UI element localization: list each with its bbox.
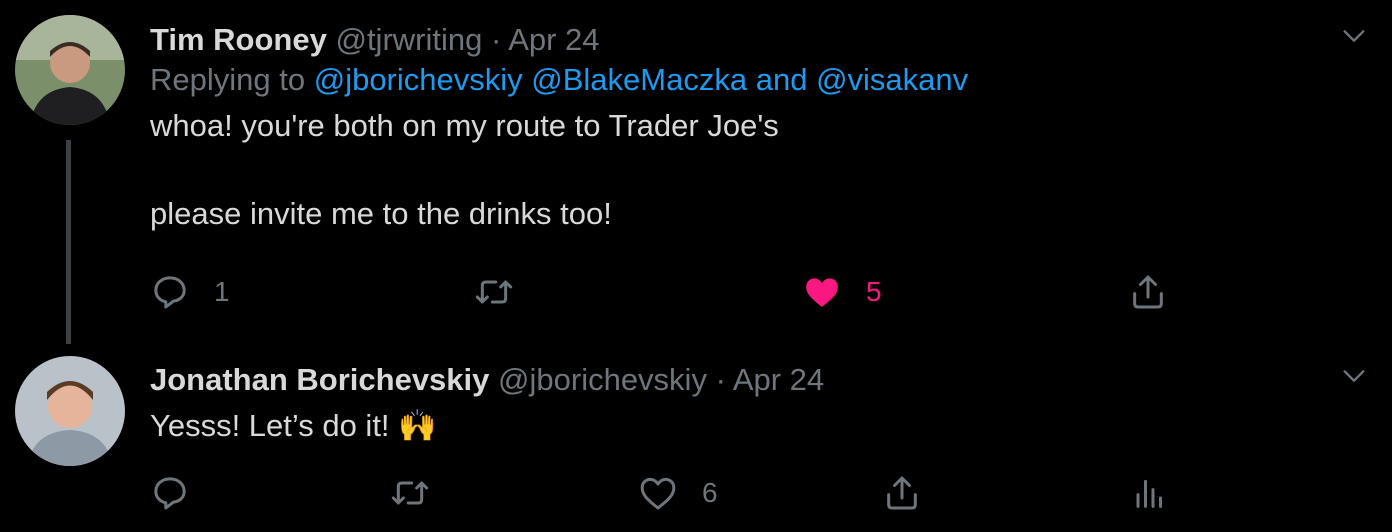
like-icon bbox=[806, 278, 838, 307]
like-button[interactable]: 6 bbox=[638, 471, 718, 515]
caret-down-icon[interactable] bbox=[1340, 362, 1368, 390]
mention-link[interactable]: @visakanv bbox=[816, 62, 968, 97]
tweet-date[interactable]: Apr 24 bbox=[733, 362, 824, 397]
author-handle[interactable]: @jborichevskiy bbox=[498, 362, 707, 397]
avatar-jonathan-borichevskiy[interactable] bbox=[15, 356, 125, 466]
tweet-actions: 1 5 bbox=[150, 270, 1250, 314]
like-count: 5 bbox=[866, 276, 882, 307]
like-count: 6 bbox=[702, 477, 718, 508]
share-icon bbox=[1133, 275, 1163, 309]
tweet-header: Tim Rooney @tjrwriting · Apr 24 bbox=[150, 20, 1352, 60]
tweet-2[interactable]: Jonathan Borichevskiy @jborichevskiy · A… bbox=[0, 340, 1392, 532]
reply-icon bbox=[154, 276, 186, 309]
thread-line bbox=[66, 140, 71, 344]
separator-dot: · bbox=[490, 22, 502, 57]
retweet-button[interactable] bbox=[474, 270, 514, 314]
retweet-button[interactable] bbox=[390, 471, 430, 515]
author-name[interactable]: Tim Rooney bbox=[150, 22, 327, 57]
share-button[interactable] bbox=[1128, 270, 1168, 314]
analytics-icon bbox=[1136, 479, 1162, 508]
like-button[interactable]: 5 bbox=[802, 270, 882, 314]
mention-and[interactable]: and bbox=[756, 62, 808, 97]
share-button[interactable] bbox=[882, 471, 922, 515]
reply-icon bbox=[154, 477, 186, 510]
tweet-text-line: please invite me to the drinks too! bbox=[150, 196, 612, 231]
like-icon bbox=[640, 477, 676, 510]
separator-dot: · bbox=[715, 362, 726, 397]
tweet-text: whoa! you're both on my route to Trader … bbox=[150, 104, 1352, 236]
mention-link[interactable]: @jborichevskiy bbox=[314, 62, 523, 97]
share-icon bbox=[887, 476, 917, 510]
tweet-actions: 6 bbox=[150, 471, 1250, 515]
author-name[interactable]: Jonathan Borichevskiy bbox=[150, 362, 489, 397]
tweet-1[interactable]: Tim Rooney @tjrwriting · Apr 24 Replying… bbox=[0, 0, 1392, 344]
tweet-text-line: whoa! you're both on my route to Trader … bbox=[150, 108, 779, 143]
mention-link[interactable]: @BlakeMaczka bbox=[531, 62, 747, 97]
reply-button[interactable] bbox=[150, 471, 190, 515]
replying-to: Replying to @jborichevskiy @BlakeMaczka … bbox=[150, 60, 1352, 100]
analytics-button[interactable] bbox=[1128, 471, 1168, 515]
replying-prefix: Replying to bbox=[150, 62, 306, 97]
retweet-icon bbox=[391, 481, 429, 505]
tweet-text: Yesss! Let’s do it! 🙌 bbox=[150, 408, 437, 443]
retweet-icon bbox=[475, 280, 513, 304]
caret-down-icon[interactable] bbox=[1340, 22, 1368, 50]
avatar-tim-rooney[interactable] bbox=[15, 15, 125, 125]
tweet-date[interactable]: Apr 24 bbox=[508, 22, 599, 57]
reply-count: 1 bbox=[214, 276, 230, 307]
author-handle[interactable]: @tjrwriting bbox=[335, 22, 482, 57]
reply-button[interactable]: 1 bbox=[150, 270, 230, 314]
tweet-header: Jonathan Borichevskiy @jborichevskiy · A… bbox=[150, 360, 1352, 400]
